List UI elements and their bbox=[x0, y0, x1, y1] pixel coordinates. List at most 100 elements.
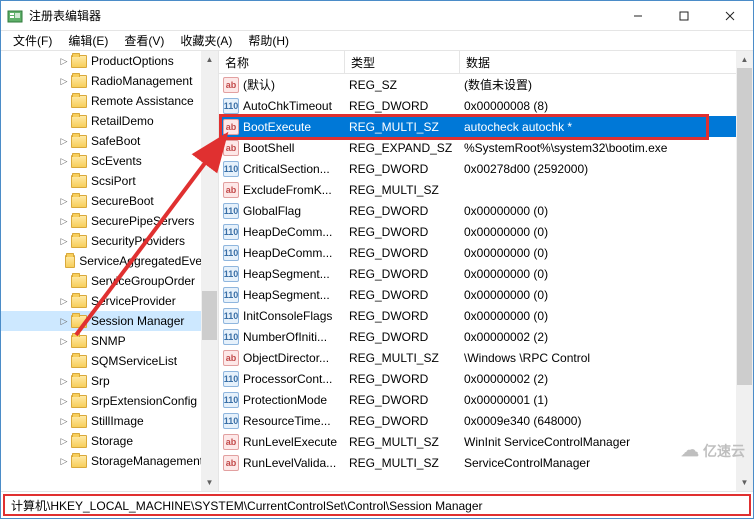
tree-item-label: Srp bbox=[91, 374, 110, 388]
expander-icon[interactable]: ▷ bbox=[57, 296, 71, 307]
col-header-data[interactable]: 数据 bbox=[460, 51, 753, 73]
tree-item[interactable]: ▷Storage bbox=[1, 431, 218, 451]
close-button[interactable] bbox=[707, 1, 753, 30]
menu-help[interactable]: 帮助(H) bbox=[240, 30, 297, 51]
tree-item[interactable]: ▷ScEvents bbox=[1, 151, 218, 171]
value-row[interactable]: abRunLevelValida...REG_MULTI_SZServiceCo… bbox=[219, 452, 753, 473]
string-value-icon: ab bbox=[223, 182, 239, 198]
scroll-up-icon[interactable]: ▲ bbox=[736, 51, 753, 68]
menu-favorites[interactable]: 收藏夹(A) bbox=[172, 30, 240, 51]
watermark: ☁ 亿速云 bbox=[681, 440, 745, 461]
tree-item[interactable]: ▷SecurePipeServers bbox=[1, 211, 218, 231]
menu-file[interactable]: 文件(F) bbox=[5, 30, 60, 51]
tree-item[interactable]: ServiceGroupOrder bbox=[1, 271, 218, 291]
expander-icon[interactable]: ▷ bbox=[57, 396, 71, 407]
expander-icon[interactable]: ▷ bbox=[57, 336, 71, 347]
tree-item-label: SrpExtensionConfig bbox=[91, 394, 197, 408]
value-type: REG_DWORD bbox=[345, 162, 460, 176]
string-value-icon: ab bbox=[223, 77, 239, 93]
tree-item[interactable]: ▷SafeBoot bbox=[1, 131, 218, 151]
value-row[interactable]: 110NumberOfIniti...REG_DWORD0x00000002 (… bbox=[219, 326, 753, 347]
value-row[interactable]: 110HeapDeComm...REG_DWORD0x00000000 (0) bbox=[219, 221, 753, 242]
tree-item[interactable]: ▷SNMP bbox=[1, 331, 218, 351]
expander-icon[interactable]: ▷ bbox=[57, 316, 71, 327]
minimize-button[interactable] bbox=[615, 1, 661, 30]
tree-item[interactable]: ScsiPort bbox=[1, 171, 218, 191]
value-row[interactable]: abBootShellREG_EXPAND_SZ%SystemRoot%\sys… bbox=[219, 137, 753, 158]
value-row[interactable]: abBootExecuteREG_MULTI_SZautocheck autoc… bbox=[219, 116, 753, 137]
folder-icon bbox=[71, 315, 87, 328]
expander-icon[interactable]: ▷ bbox=[57, 436, 71, 447]
tree-item[interactable]: RetailDemo bbox=[1, 111, 218, 131]
value-row[interactable]: ab(默认)REG_SZ(数值未设置) bbox=[219, 74, 753, 95]
tree-item[interactable]: ▷ProductOptions bbox=[1, 51, 218, 71]
value-name: HeapDeComm... bbox=[243, 246, 332, 260]
value-row[interactable]: 110HeapDeComm...REG_DWORD0x00000000 (0) bbox=[219, 242, 753, 263]
tree-item[interactable]: ServiceAggregatedEvents bbox=[1, 251, 218, 271]
value-row[interactable]: abObjectDirector...REG_MULTI_SZ\Windows … bbox=[219, 347, 753, 368]
scroll-thumb[interactable] bbox=[737, 68, 752, 385]
value-row[interactable]: 110InitConsoleFlagsREG_DWORD0x00000000 (… bbox=[219, 305, 753, 326]
menu-edit[interactable]: 编辑(E) bbox=[60, 30, 116, 51]
scroll-track[interactable] bbox=[201, 68, 218, 474]
tree-item[interactable]: ▷StorageManagement bbox=[1, 451, 218, 471]
expander-icon[interactable]: ▷ bbox=[57, 216, 71, 227]
tree-item[interactable]: ▷Session Manager bbox=[1, 311, 218, 331]
string-value-icon: ab bbox=[223, 455, 239, 471]
folder-icon bbox=[71, 235, 87, 248]
folder-icon bbox=[71, 195, 87, 208]
value-row[interactable]: 110CriticalSection...REG_DWORD0x00278d00… bbox=[219, 158, 753, 179]
tree-item[interactable]: SQMServiceList bbox=[1, 351, 218, 371]
expander-icon[interactable]: ▷ bbox=[57, 416, 71, 427]
scroll-thumb[interactable] bbox=[202, 291, 217, 340]
tree-item[interactable]: ▷ServiceProvider bbox=[1, 291, 218, 311]
list-header: 名称 类型 数据 bbox=[219, 51, 753, 74]
value-row[interactable]: 110ProcessorCont...REG_DWORD0x00000002 (… bbox=[219, 368, 753, 389]
expander-icon[interactable]: ▷ bbox=[57, 196, 71, 207]
expander-icon[interactable]: ▷ bbox=[57, 376, 71, 387]
tree-item[interactable]: ▷SecurityProviders bbox=[1, 231, 218, 251]
expander-icon[interactable]: ▷ bbox=[57, 56, 71, 67]
value-row[interactable]: 110HeapSegment...REG_DWORD0x00000000 (0) bbox=[219, 284, 753, 305]
tree-item[interactable]: Remote Assistance bbox=[1, 91, 218, 111]
value-name: ExcludeFromK... bbox=[243, 183, 332, 197]
value-row[interactable]: 110ResourceTime...REG_DWORD0x0009e340 (6… bbox=[219, 410, 753, 431]
scroll-up-icon[interactable]: ▲ bbox=[201, 51, 218, 68]
value-data: %SystemRoot%\system32\bootim.exe bbox=[460, 141, 753, 155]
tree-item[interactable]: ▷SecureBoot bbox=[1, 191, 218, 211]
values-list[interactable]: ab(默认)REG_SZ(数值未设置)110AutoChkTimeoutREG_… bbox=[219, 74, 753, 491]
tree-scrollbar[interactable]: ▲ ▼ bbox=[201, 51, 218, 491]
value-row[interactable]: abExcludeFromK...REG_MULTI_SZ bbox=[219, 179, 753, 200]
registry-tree[interactable]: ▷ProductOptions▷RadioManagementRemote As… bbox=[1, 51, 218, 471]
value-name: HeapDeComm... bbox=[243, 225, 332, 239]
tree-item[interactable]: ▷StillImage bbox=[1, 411, 218, 431]
value-name: BootExecute bbox=[243, 120, 311, 134]
folder-icon bbox=[71, 215, 87, 228]
scroll-down-icon[interactable]: ▼ bbox=[201, 474, 218, 491]
tree-item[interactable]: ▷ Srp bbox=[1, 371, 218, 391]
menu-view[interactable]: 查看(V) bbox=[116, 30, 172, 51]
tree-item[interactable]: ▷ SrpExtensionConfig bbox=[1, 391, 218, 411]
value-row[interactable]: 110ProtectionModeREG_DWORD0x00000001 (1) bbox=[219, 389, 753, 410]
value-row[interactable]: 110HeapSegment...REG_DWORD0x00000000 (0) bbox=[219, 263, 753, 284]
value-type: REG_MULTI_SZ bbox=[345, 120, 460, 134]
expander-icon[interactable]: ▷ bbox=[57, 236, 71, 247]
value-row[interactable]: 110GlobalFlagREG_DWORD0x00000000 (0) bbox=[219, 200, 753, 221]
expander-icon[interactable]: ▷ bbox=[57, 456, 71, 467]
col-header-type[interactable]: 类型 bbox=[345, 51, 460, 73]
expander-icon[interactable]: ▷ bbox=[57, 76, 71, 87]
expander-icon[interactable]: ▷ bbox=[57, 156, 71, 167]
col-header-name[interactable]: 名称 bbox=[219, 51, 345, 73]
value-row[interactable]: abRunLevelExecuteREG_MULTI_SZWinInit Ser… bbox=[219, 431, 753, 452]
maximize-button[interactable] bbox=[661, 1, 707, 30]
scroll-down-icon[interactable]: ▼ bbox=[736, 474, 753, 491]
scroll-track[interactable] bbox=[736, 68, 753, 474]
folder-icon bbox=[71, 455, 87, 468]
expander-icon[interactable]: ▷ bbox=[57, 136, 71, 147]
value-row[interactable]: 110AutoChkTimeoutREG_DWORD0x00000008 (8) bbox=[219, 95, 753, 116]
list-scrollbar[interactable]: ▲ ▼ bbox=[736, 51, 753, 491]
tree-item-label: RadioManagement bbox=[91, 74, 192, 88]
folder-icon bbox=[71, 155, 87, 168]
value-type: REG_DWORD bbox=[345, 414, 460, 428]
tree-item[interactable]: ▷ RadioManagement bbox=[1, 71, 218, 91]
